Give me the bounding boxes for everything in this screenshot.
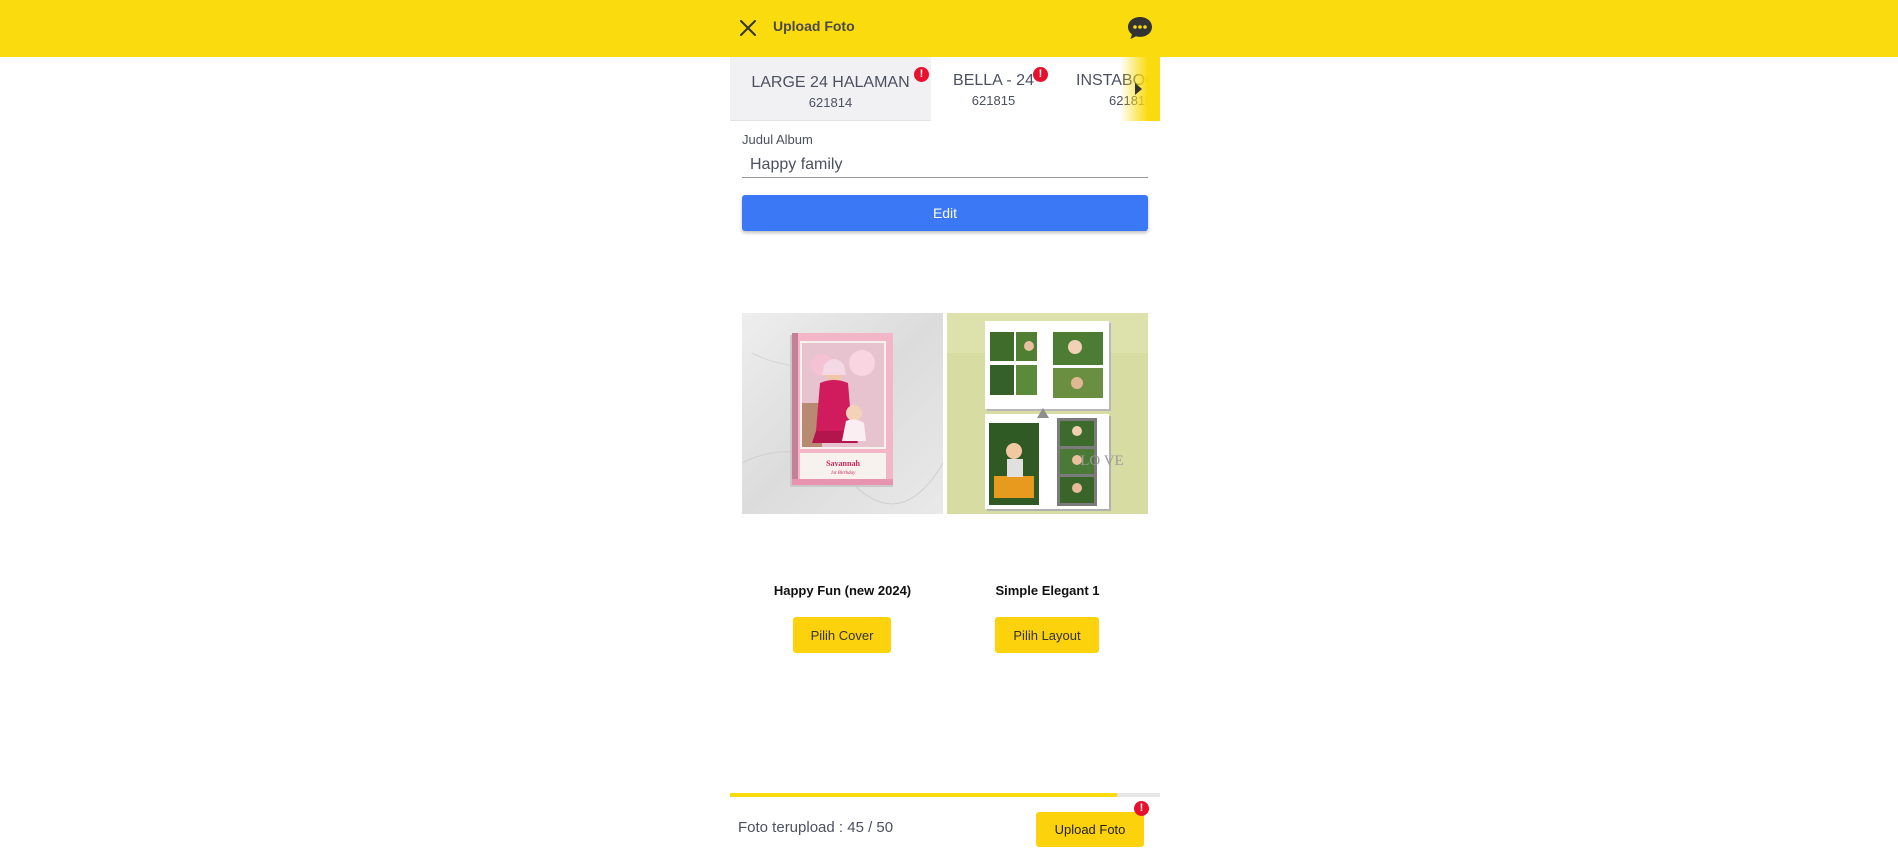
alert-badge: ! bbox=[1033, 67, 1048, 82]
tab-large-24-halaman[interactable]: LARGE 24 HALAMAN 621814 ! bbox=[730, 57, 931, 121]
tab-bella-24[interactable]: BELLA - 24 621815 ! bbox=[931, 57, 1056, 121]
layout-title: Simple Elegant 1 bbox=[995, 583, 1100, 598]
choose-cover-button[interactable]: Pilih Cover bbox=[793, 617, 891, 653]
close-icon[interactable] bbox=[736, 16, 760, 40]
upload-progress-fill bbox=[730, 793, 1117, 797]
album-title-input[interactable] bbox=[742, 153, 1148, 178]
edit-button[interactable]: Edit bbox=[742, 195, 1148, 231]
album-title-label: Judul Album bbox=[742, 132, 813, 147]
tab-scroll-right-icon[interactable] bbox=[1135, 83, 1142, 95]
cover-name-text: Savannah bbox=[826, 459, 860, 468]
cover-subtitle-text: 1st Birthday bbox=[831, 471, 856, 476]
chat-bubble-icon[interactable] bbox=[1126, 14, 1154, 42]
upload-progress-bar bbox=[730, 793, 1160, 797]
choose-layout-button[interactable]: Pilih Layout bbox=[995, 617, 1099, 653]
upload-count-text: Foto terupload : 45 / 50 bbox=[738, 819, 894, 836]
main-panel: LARGE 24 HALAMAN 621814 ! BELLA - 24 621… bbox=[730, 57, 1160, 855]
upload-photo-button[interactable]: Upload Foto bbox=[1036, 812, 1144, 847]
tab-name: LARGE 24 HALAMAN bbox=[751, 74, 910, 91]
product-tabs: LARGE 24 HALAMAN 621814 ! BELLA - 24 621… bbox=[730, 57, 1160, 121]
top-bar: Upload Foto bbox=[0, 0, 1898, 57]
cover-title: Happy Fun (new 2024) bbox=[773, 583, 912, 598]
layout-love-text: LO VE bbox=[1080, 453, 1123, 469]
page-title: Upload Foto bbox=[773, 18, 855, 34]
tab-code: 621815 bbox=[971, 93, 1016, 108]
alert-badge: ! bbox=[914, 67, 929, 82]
alert-badge: ! bbox=[1134, 801, 1149, 816]
cover-thumbnail[interactable]: Savannah 1st Birthday bbox=[742, 313, 943, 514]
tab-code: 621814 bbox=[808, 95, 853, 110]
layout-thumbnail[interactable]: LO VE bbox=[947, 313, 1148, 514]
